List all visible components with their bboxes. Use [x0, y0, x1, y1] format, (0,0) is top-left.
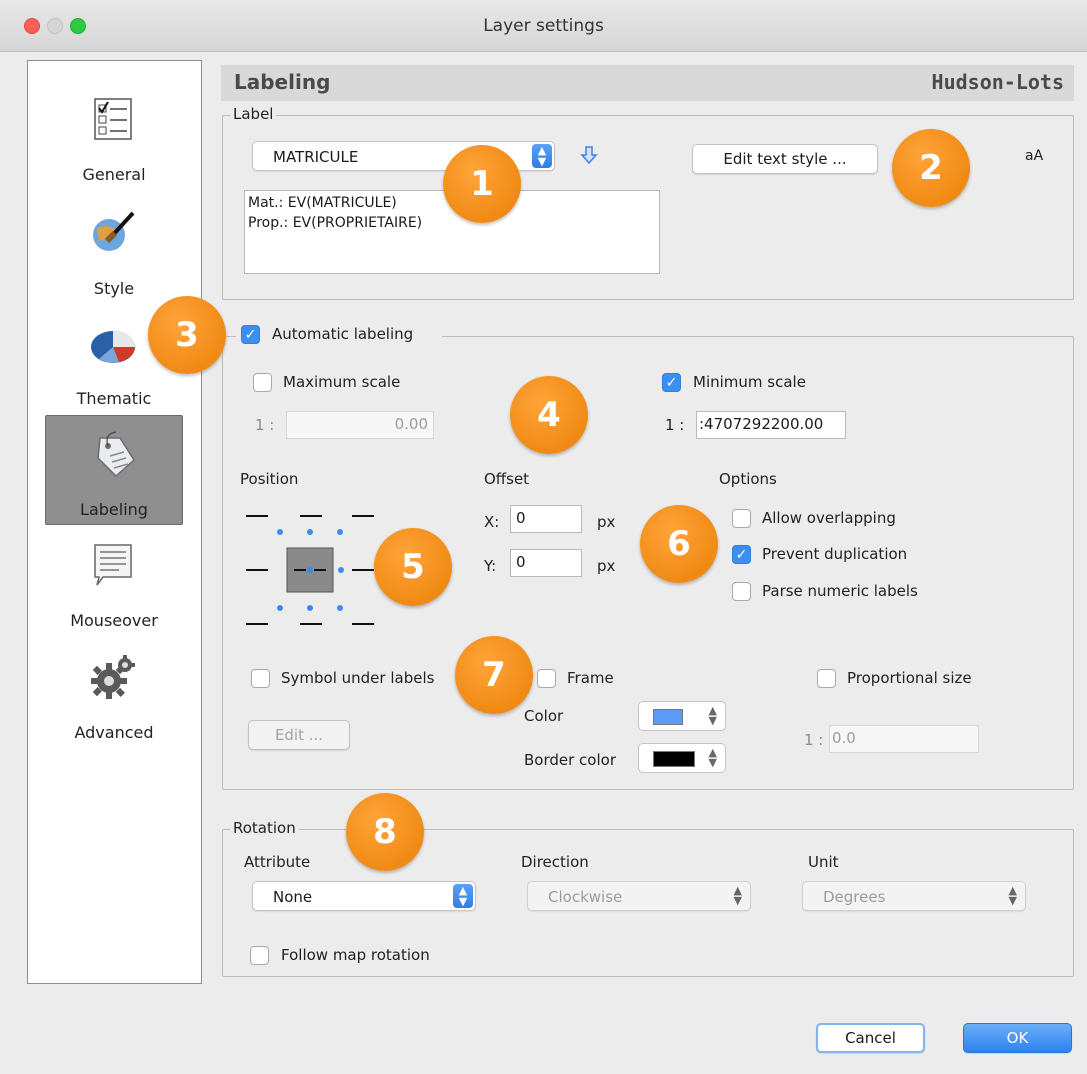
expression-line: Prop.: EV(PROPRIETAIRE)	[248, 215, 423, 231]
offset-y-label: Y:	[484, 557, 497, 575]
minimum-scale-prefix: 1 :	[665, 416, 685, 434]
frame-checkbox[interactable]	[537, 669, 556, 688]
checklist-icon	[94, 98, 132, 140]
prevent-duplication-checkbox[interactable]: ✓	[732, 545, 751, 564]
color-swatch	[653, 709, 683, 725]
offset-x-input[interactable]: 0	[510, 505, 582, 533]
minimum-scale-input[interactable]: :4707292200.00	[696, 411, 846, 439]
offset-label: Offset	[484, 470, 530, 488]
font-preview: aA	[1025, 148, 1044, 164]
rotation-unit-value: Degrees	[823, 888, 886, 906]
color-picker[interactable]: ▲ ▼	[638, 701, 726, 731]
sidebar-item-labeling[interactable]: Labeling	[45, 415, 183, 525]
cancel-button[interactable]: Cancel	[816, 1023, 925, 1053]
window-title: Layer settings	[483, 16, 604, 36]
label-group-legend: Label	[230, 105, 277, 123]
layer-settings-window: Layer settings General Style Thematic La…	[0, 0, 1087, 1074]
insert-arrow-icon[interactable]	[580, 145, 598, 165]
allow-overlapping-label: Allow overlapping	[762, 509, 896, 527]
title-bar: Layer settings	[0, 0, 1087, 52]
rotation-direction-select[interactable]: Clockwise ▲ ▼	[527, 881, 751, 911]
chevron-updown-icon: ▲ ▼	[708, 746, 717, 769]
border-color-label: Border color	[524, 751, 616, 769]
edit-symbol-button[interactable]: Edit ...	[248, 720, 350, 750]
callout-badge: 3	[148, 296, 226, 374]
panel-title: Labeling	[234, 70, 331, 94]
symbol-under-labels-label: Symbol under labels	[281, 669, 435, 687]
automatic-labeling-checkbox[interactable]: ✓	[241, 325, 260, 344]
options-label: Options	[719, 470, 777, 488]
color-label: Color	[524, 707, 564, 725]
sidebar-item-label: Labeling	[80, 500, 148, 519]
minimum-scale-checkbox[interactable]: ✓	[662, 373, 681, 392]
offset-y-input[interactable]: 0	[510, 549, 582, 577]
callout-badge: 1	[443, 145, 521, 223]
maximum-scale-checkbox[interactable]	[253, 373, 272, 392]
maximum-scale-label: Maximum scale	[283, 373, 401, 391]
border-color-picker[interactable]: ▲ ▼	[638, 743, 726, 773]
callout-badge: 8	[346, 793, 424, 871]
position-label: Position	[240, 470, 299, 488]
sidebar-item-label: Style	[93, 279, 135, 298]
symbol-under-labels-checkbox[interactable]	[251, 669, 270, 688]
edit-text-style-button[interactable]: Edit text style ...	[692, 144, 878, 174]
rotation-unit-label: Unit	[808, 853, 839, 871]
maximum-scale-input[interactable]: 0.00	[286, 411, 434, 439]
sidebar-item-style[interactable]: Style	[45, 201, 183, 301]
minimum-scale-label: Minimum scale	[693, 373, 806, 391]
proportional-size-label: Proportional size	[847, 669, 972, 687]
parse-numeric-labels-checkbox[interactable]	[732, 582, 751, 601]
offset-x-unit: px	[597, 513, 616, 531]
rotation-legend: Rotation	[230, 819, 299, 837]
proportional-size-checkbox[interactable]	[817, 669, 836, 688]
allow-overlapping-checkbox[interactable]	[732, 509, 751, 528]
sidebar-item-advanced[interactable]: Advanced	[45, 649, 183, 749]
offset-y-unit: px	[597, 557, 616, 575]
chevron-updown-icon: ▲ ▼	[532, 144, 552, 168]
tag-icon	[97, 431, 135, 478]
ok-button[interactable]: OK	[963, 1023, 1072, 1053]
rotation-attribute-value: None	[273, 888, 313, 906]
sidebar-item-label: Advanced	[74, 723, 154, 742]
rotation-attribute-select[interactable]: None ▲ ▼	[252, 881, 476, 911]
layer-name: Hudson-Lots	[931, 70, 1064, 94]
sidebar: General Style Thematic Labeling Mouseove…	[27, 60, 202, 984]
brush-icon	[93, 211, 135, 251]
proportional-size-prefix: 1 :	[804, 731, 824, 749]
proportional-size-input[interactable]: 0.0	[829, 725, 979, 753]
sidebar-item-label: Mouseover	[70, 611, 158, 630]
chevron-updown-icon: ▲ ▼	[453, 884, 473, 908]
callout-badge: 2	[892, 129, 970, 207]
offset-x-label: X:	[484, 513, 500, 531]
parse-numeric-labels-label: Parse numeric labels	[762, 582, 918, 600]
chevron-updown-icon: ▲ ▼	[733, 884, 742, 907]
pie-icon	[91, 331, 135, 363]
sidebar-item-mouseover[interactable]: Mouseover	[45, 537, 183, 637]
rotation-attribute-label: Attribute	[244, 853, 311, 871]
panel-header: Labeling Hudson-Lots	[221, 65, 1074, 101]
gear-icon	[91, 655, 135, 699]
follow-map-rotation-checkbox[interactable]	[250, 946, 269, 965]
prevent-duplication-label: Prevent duplication	[762, 545, 908, 563]
chevron-updown-icon: ▲ ▼	[708, 704, 717, 727]
rotation-direction-label: Direction	[521, 853, 589, 871]
callout-badge: 6	[640, 505, 718, 583]
callout-badge: 4	[510, 376, 588, 454]
label-attribute-value: MATRICULE	[273, 148, 359, 166]
sidebar-item-label: Thematic	[76, 389, 152, 408]
follow-map-rotation-label: Follow map rotation	[281, 946, 430, 964]
frame-label: Frame	[567, 669, 614, 687]
position-grid[interactable]	[246, 508, 376, 630]
sidebar-item-general[interactable]: General	[45, 91, 183, 191]
note-icon	[94, 544, 132, 586]
maximum-scale-prefix: 1 :	[255, 416, 275, 434]
sidebar-item-label: General	[82, 165, 146, 184]
rotation-unit-select[interactable]: Degrees ▲ ▼	[802, 881, 1026, 911]
border-color-swatch	[653, 751, 695, 767]
callout-badge: 5	[374, 528, 452, 606]
callout-badge: 7	[455, 636, 533, 714]
rotation-direction-value: Clockwise	[548, 888, 623, 906]
automatic-labeling-label: Automatic labeling	[272, 325, 414, 343]
chevron-updown-icon: ▲ ▼	[1008, 884, 1017, 907]
